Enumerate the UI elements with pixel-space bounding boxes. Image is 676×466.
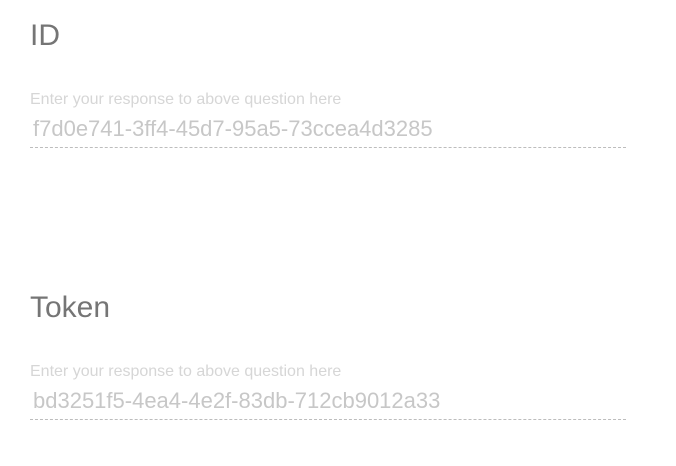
token-input[interactable] [30,384,626,418]
question-token: Token Enter your response to above quest… [30,290,626,420]
question-id: ID Enter your response to above question… [30,18,626,148]
id-input[interactable] [30,112,626,146]
response-underline-id [30,112,626,148]
response-field-id: Enter your response to above question he… [30,90,626,148]
question-label-id: ID [30,19,60,52]
response-hint-id: Enter your response to above question he… [30,91,342,108]
response-hint-token: Enter your response to above question he… [30,363,342,380]
response-underline-token [30,384,626,420]
question-label-token: Token [30,291,111,324]
response-field-token: Enter your response to above question he… [30,362,626,420]
